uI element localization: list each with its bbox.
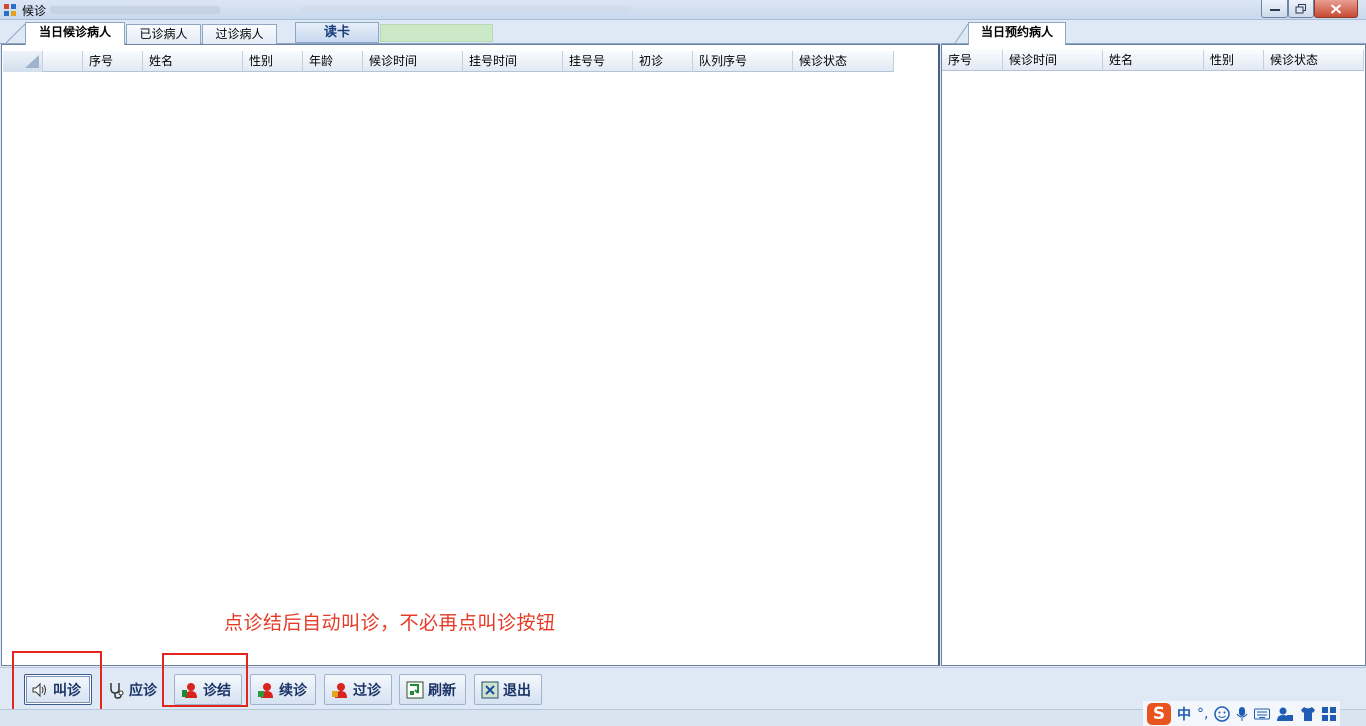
exit-icon <box>481 681 499 698</box>
ime-mode-indicator[interactable]: 中 <box>1177 704 1191 724</box>
user-icon[interactable] <box>1276 706 1294 722</box>
tab-today-appointment[interactable]: 当日预约病人 <box>968 22 1066 45</box>
stethoscope-icon <box>110 682 124 699</box>
app-icon <box>4 4 16 16</box>
col-register-no[interactable]: 挂号号 <box>563 51 633 72</box>
skin-shirt-icon[interactable] <box>1300 706 1316 722</box>
refresh-icon <box>406 681 424 698</box>
col-name[interactable]: 姓名 <box>1103 50 1204 71</box>
emoji-icon[interactable] <box>1214 705 1231 722</box>
tab-slant-decoration <box>955 23 969 44</box>
close-button[interactable] <box>1314 0 1358 18</box>
patient-continue-icon <box>258 682 273 698</box>
col-wait-status[interactable]: 候诊状态 <box>1264 50 1364 71</box>
highlight-box-call <box>12 651 102 718</box>
col-blank[interactable] <box>43 51 83 72</box>
title-redacted-text <box>50 6 220 14</box>
ime-punct-indicator[interactable]: °, <box>1197 706 1208 722</box>
sogou-logo[interactable]: S <box>1147 702 1171 725</box>
tab-diagnosed[interactable]: 已诊病人 <box>126 24 201 44</box>
highlight-box-finish <box>162 653 248 707</box>
patient-skip-icon <box>332 682 347 698</box>
appointment-grid-header: 序号 候诊时间 姓名 性别 候诊状态 <box>942 50 1364 71</box>
exit-button[interactable]: 退出 <box>474 674 542 705</box>
col-first-visit[interactable]: 初诊 <box>633 51 693 72</box>
col-register-time[interactable]: 挂号时间 <box>463 51 563 72</box>
col-queue-no[interactable]: 队列序号 <box>693 51 793 72</box>
col-wait-time[interactable]: 候诊时间 <box>363 51 463 72</box>
accept-button[interactable]: 应诊 <box>100 674 164 705</box>
appointment-patients-panel: 序号 候诊时间 姓名 性别 候诊状态 <box>941 44 1366 666</box>
col-age[interactable]: 年龄 <box>303 51 363 72</box>
accept-button-label: 应诊 <box>129 682 157 699</box>
refresh-button-label: 刷新 <box>428 682 456 699</box>
tab-slant-decoration <box>6 23 26 44</box>
corner-triangle-icon <box>25 55 39 68</box>
keyboard-icon[interactable] <box>1254 707 1271 721</box>
select-all-corner[interactable] <box>3 51 43 72</box>
close-icon <box>1330 3 1342 14</box>
waiting-grid-header: 序号 姓名 性别 年龄 候诊时间 挂号时间 挂号号 初诊 队列序号 候诊状态 <box>3 51 894 72</box>
microphone-icon[interactable] <box>1236 706 1248 722</box>
tab-today-waiting[interactable]: 当日候诊病人 <box>25 22 125 45</box>
waiting-patients-panel: 序号 姓名 性别 年龄 候诊时间 挂号时间 挂号号 初诊 队列序号 候诊状态 <box>1 44 940 666</box>
minimize-button[interactable] <box>1261 0 1288 18</box>
col-name[interactable]: 姓名 <box>143 51 243 72</box>
annotation-note: 点诊结后自动叫诊，不必再点叫诊按钮 <box>224 612 556 634</box>
col-gender[interactable]: 性别 <box>1204 50 1264 71</box>
skip-button-label: 过诊 <box>353 682 381 699</box>
continue-button-label: 续诊 <box>279 682 307 699</box>
skip-button[interactable]: 过诊 <box>324 674 392 705</box>
restore-icon <box>1295 3 1306 13</box>
title-bar: 候诊 <box>0 0 1366 20</box>
card-number-field[interactable] <box>380 24 493 42</box>
read-card-button[interactable]: 读卡 <box>295 22 379 43</box>
refresh-button[interactable]: 刷新 <box>399 674 466 705</box>
col-seq[interactable]: 序号 <box>83 51 143 72</box>
exit-button-label: 退出 <box>503 682 531 699</box>
restore-button[interactable] <box>1288 0 1314 18</box>
window-title: 候诊 <box>22 4 47 18</box>
col-wait-status[interactable]: 候诊状态 <box>793 51 894 72</box>
continue-button[interactable]: 续诊 <box>250 674 316 705</box>
col-wait-time[interactable]: 候诊时间 <box>1003 50 1103 71</box>
col-seq[interactable]: 序号 <box>942 50 1003 71</box>
minimize-icon <box>1269 8 1280 11</box>
toolbox-grid-icon[interactable] <box>1322 706 1337 721</box>
ime-toolbar[interactable]: S 中 °, <box>1143 701 1341 726</box>
col-gender[interactable]: 性别 <box>243 51 303 72</box>
title-redacted-text <box>300 6 630 13</box>
tab-passed[interactable]: 过诊病人 <box>202 24 277 44</box>
